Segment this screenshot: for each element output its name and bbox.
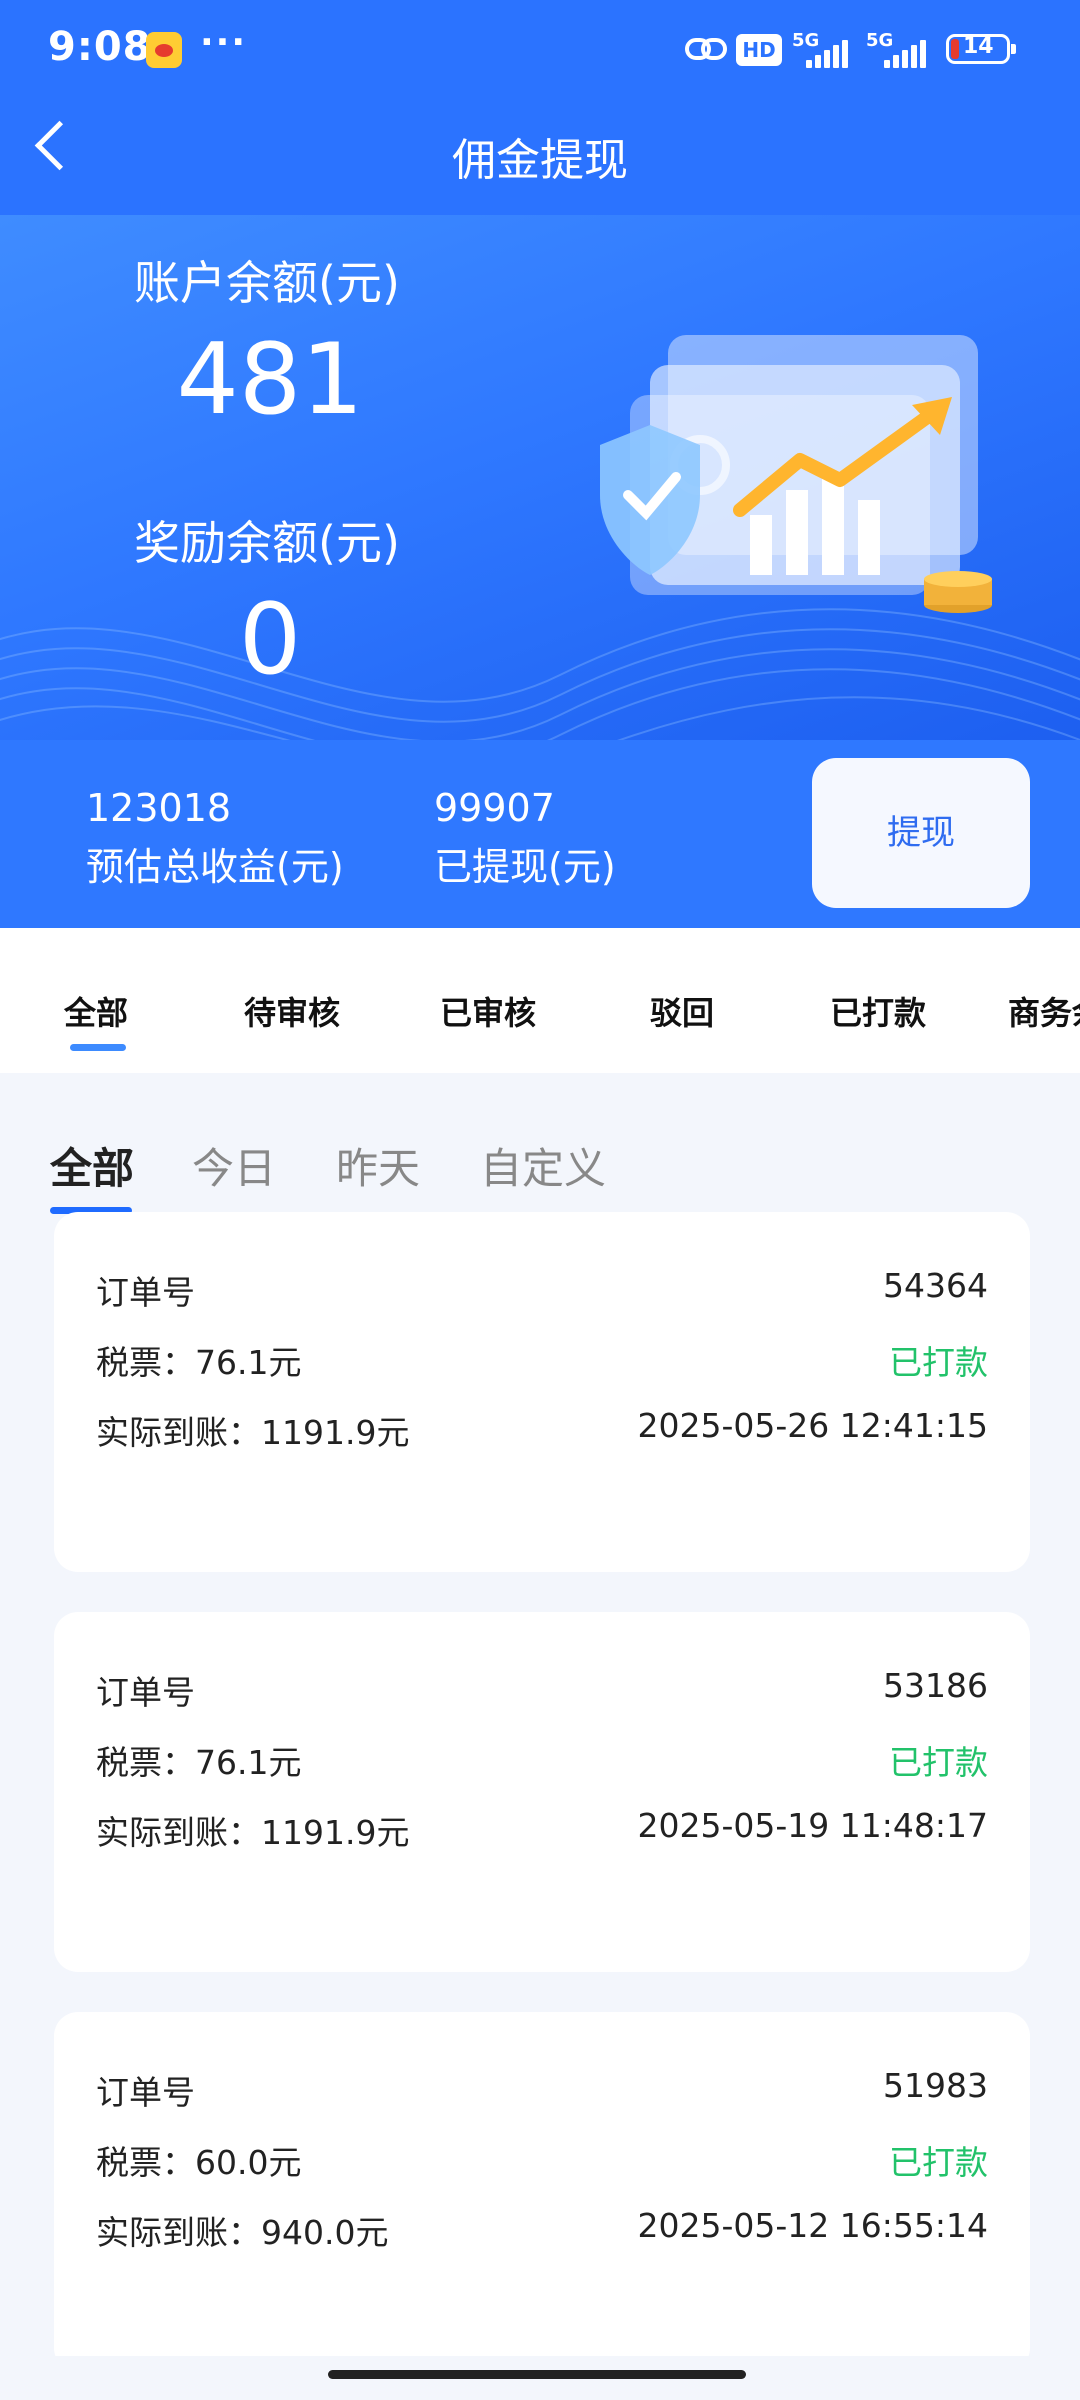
reward-balance-value: 0 (238, 583, 302, 697)
reward-balance-label: 奖励余额(元) (134, 516, 400, 570)
account-balance-value: 481 (176, 323, 364, 437)
home-indicator[interactable] (328, 2370, 746, 2379)
withdrawn-value: 99907 (434, 786, 555, 830)
tab-rejected[interactable]: 驳回 (650, 988, 714, 1034)
signal-bars-1-icon (806, 40, 850, 68)
order-timestamp: 2025-05-12 16:55:14 (637, 2206, 988, 2245)
date-filter-tabs: 全部 今日 昨天 自定义 (0, 1073, 1080, 1214)
total-earnings-label: 预估总收益(元) (86, 845, 344, 889)
more-notifications-icon: ··· (200, 22, 248, 63)
date-tab-today[interactable]: 今日 (192, 1135, 276, 1196)
actual-received: 实际到账：1191.9元 (96, 1413, 410, 1452)
order-number-label: 订单号 (96, 1273, 195, 1312)
tab-reviewed[interactable]: 已审核 (440, 988, 536, 1034)
date-tab-yesterday[interactable]: 昨天 (336, 1135, 420, 1196)
tab-paid[interactable]: 已打款 (830, 988, 926, 1034)
account-balance-label: 账户余额(元) (134, 256, 400, 310)
tab-all[interactable]: 全部 (64, 988, 128, 1034)
status-tabs: 全部 待审核 已审核 驳回 已打款 商务余 (0, 928, 1080, 1073)
weibo-notification-icon (146, 32, 182, 68)
order-timestamp: 2025-05-19 11:48:17 (637, 1806, 988, 1845)
status-badge: 已打款 (889, 1343, 988, 1382)
battery-level: 14 (963, 34, 994, 59)
order-number-label: 订单号 (96, 2073, 195, 2112)
order-number: 51983 (883, 2066, 988, 2105)
signal-bars-2-icon (884, 40, 928, 68)
status-badge: 已打款 (889, 2143, 988, 2182)
battery-icon: 14 (946, 34, 1016, 64)
tab-pending[interactable]: 待审核 (244, 988, 340, 1034)
hd-icon: HD (736, 34, 782, 66)
status-time: 9:08 (48, 24, 152, 70)
order-number: 53186 (883, 1666, 988, 1705)
order-timestamp: 2025-05-26 12:41:15 (637, 1406, 988, 1445)
actual-received: 实际到账：1191.9元 (96, 1813, 410, 1852)
actual-received: 实际到账：940.0元 (96, 2213, 389, 2252)
date-tab-all[interactable]: 全部 (50, 1135, 134, 1196)
tax-invoice: 税票：76.1元 (96, 1343, 302, 1382)
withdraw-button[interactable]: 提现 (812, 758, 1030, 908)
order-card[interactable]: 订单号 53186 税票：76.1元 已打款 实际到账：1191.9元 2025… (54, 1612, 1030, 1972)
order-number: 54364 (883, 1266, 988, 1305)
earnings-summary: 123018 预估总收益(元) 99907 已提现(元) 提现 (0, 740, 1080, 928)
tab-business[interactable]: 商务余 (1008, 988, 1080, 1034)
status-badge: 已打款 (889, 1743, 988, 1782)
tax-invoice: 税票：60.0元 (96, 2143, 302, 2182)
top-header: 9:08 ··· HD 5G 5G 14 佣金提现 (0, 0, 1080, 215)
date-tab-custom[interactable]: 自定义 (480, 1135, 606, 1196)
active-tab-indicator (70, 1044, 126, 1051)
page-title: 佣金提现 (452, 135, 628, 186)
finance-illustration-icon (600, 335, 992, 613)
status-bar: 9:08 ··· HD 5G 5G 14 (0, 0, 1080, 100)
balance-hero: 账户余额(元) 481 奖励余额(元) 0 (0, 215, 1080, 740)
order-card[interactable]: 订单号 51983 税票：60.0元 已打款 实际到账：940.0元 2025-… (54, 2012, 1030, 2372)
tax-invoice: 税票：76.1元 (96, 1743, 302, 1782)
link-icon (685, 38, 727, 60)
order-card[interactable]: 订单号 54364 税票：76.1元 已打款 实际到账：1191.9元 2025… (54, 1212, 1030, 1572)
withdrawn-label: 已提现(元) (434, 845, 616, 889)
order-number-label: 订单号 (96, 1673, 195, 1712)
total-earnings-value: 123018 (86, 786, 232, 830)
